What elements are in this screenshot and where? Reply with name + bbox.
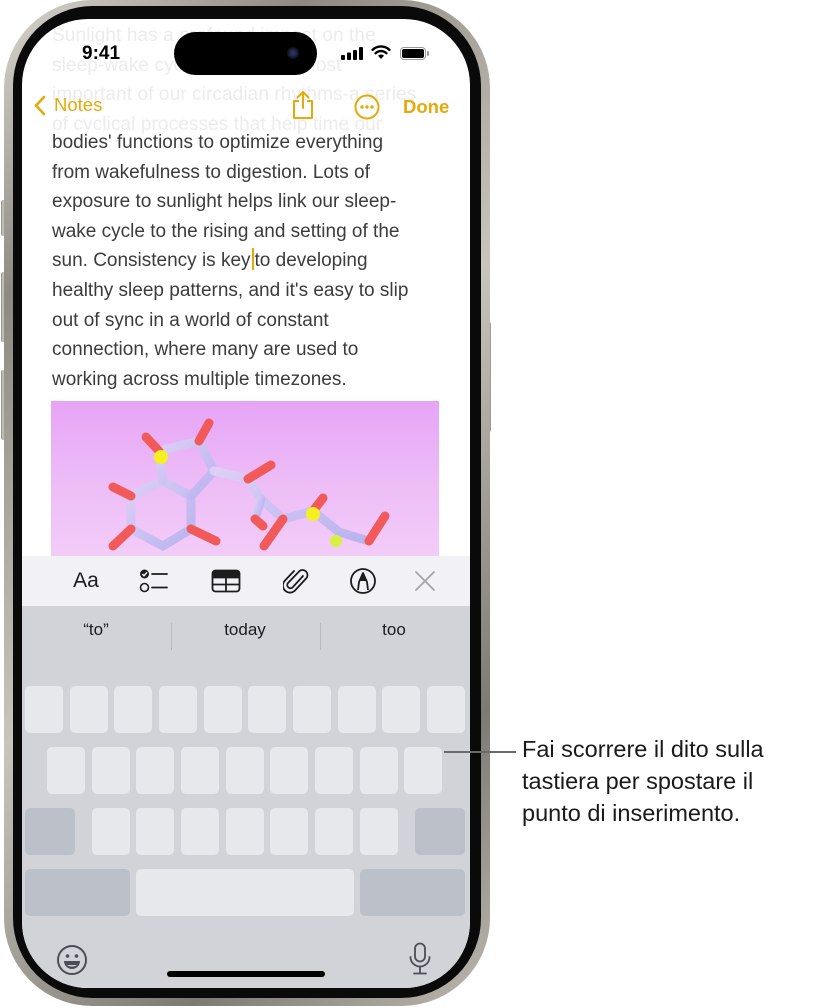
note-line: bodies' functions to optimize everything: [52, 132, 384, 153]
share-icon[interactable]: [291, 90, 315, 120]
keyboard-key[interactable]: [181, 808, 219, 855]
battery-icon: [400, 47, 429, 60]
keyboard-key[interactable]: [270, 808, 308, 855]
callout-annotation: Fai scorrere il dito sulla tastiera per …: [522, 733, 832, 829]
predictive-text-bar: “to” today too: [22, 606, 470, 662]
keyboard-key[interactable]: [293, 686, 331, 733]
keyboard-key[interactable]: [360, 747, 398, 794]
keyboard-key[interactable]: [92, 808, 130, 855]
keyboard-key[interactable]: [204, 686, 242, 733]
more-ellipsis-icon[interactable]: [354, 94, 380, 120]
callout-line-text: Fai scorrere il dito sulla: [522, 736, 764, 762]
space-key[interactable]: [136, 869, 354, 916]
keyboard-key[interactable]: [427, 686, 465, 733]
text-format-icon: Aa: [73, 569, 99, 592]
prediction-suggestion[interactable]: “to”: [22, 620, 170, 640]
wifi-icon: [371, 45, 391, 59]
chevron-left-icon: [34, 95, 46, 115]
note-line: from wakefulness to digestion. Lots of: [52, 161, 370, 183]
keyboard-key[interactable]: [114, 686, 152, 733]
numbers-key[interactable]: [25, 869, 130, 916]
front-camera: [287, 47, 299, 59]
cellular-signal-icon: [341, 47, 363, 60]
phone-screen: Sunlight has a profound impact on the sl…: [22, 19, 470, 988]
keyboard-key[interactable]: [47, 747, 85, 794]
attachment-button[interactable]: [278, 566, 314, 596]
note-line: healthy sleep patterns, and it's easy to…: [52, 279, 409, 301]
close-icon: [415, 571, 435, 591]
keyboard-key[interactable]: [226, 808, 264, 855]
keyboard-key[interactable]: [360, 808, 398, 855]
table-icon: [211, 569, 241, 593]
return-key[interactable]: [360, 869, 465, 916]
note-line: wake cycle to the rising and setting of …: [52, 220, 400, 242]
keyboard[interactable]: “to” today too: [22, 606, 470, 988]
note-line: connection, where many are used to: [52, 339, 359, 361]
text-after-caret: to developing: [254, 250, 368, 272]
checklist-icon: [139, 569, 168, 593]
dynamic-island: [174, 32, 317, 75]
keyboard-key[interactable]: [338, 686, 376, 733]
status-time: 9:41: [82, 43, 121, 64]
keyboard-key[interactable]: [382, 686, 420, 733]
note-line: working across multiple timezones.: [52, 368, 347, 390]
status-bar: 9:41: [22, 19, 470, 81]
keyboard-key[interactable]: [159, 686, 197, 733]
prediction-suggestion[interactable]: too: [320, 620, 468, 640]
keyboard-key[interactable]: [404, 747, 442, 794]
navigation-bar: Notes Done: [22, 87, 470, 127]
molecule-image[interactable]: [51, 401, 439, 561]
keyboard-key[interactable]: [315, 808, 353, 855]
keyboard-key[interactable]: [248, 686, 286, 733]
markup-button[interactable]: [345, 566, 381, 596]
note-line: out of sync in a world of constant: [52, 309, 329, 331]
note-line: exposure to sunlight helps link our slee…: [52, 191, 397, 213]
keyboard-key[interactable]: [270, 747, 308, 794]
shift-key[interactable]: [25, 808, 75, 855]
callout-line-text: punto di inserimento.: [522, 800, 741, 826]
checklist-button[interactable]: [136, 566, 172, 596]
done-button[interactable]: Done: [403, 96, 449, 118]
back-label: Notes: [54, 94, 103, 115]
keyboard-key[interactable]: [315, 747, 353, 794]
close-toolbar-button[interactable]: [410, 566, 440, 596]
home-indicator[interactable]: [167, 971, 325, 977]
keyboard-key[interactable]: [70, 686, 108, 733]
callout-line-text: tastiera per spostare il: [522, 768, 754, 794]
keyboard-key[interactable]: [181, 747, 219, 794]
text-before-caret: sun. Consistency is key: [52, 250, 251, 272]
delete-key[interactable]: [415, 808, 465, 855]
formatting-toolbar: Aa: [22, 556, 470, 606]
callout-leader-line: [444, 751, 516, 753]
back-to-notes-button[interactable]: Notes: [34, 94, 102, 116]
insertion-point: [251, 248, 254, 271]
keyboard-key[interactable]: [92, 747, 130, 794]
keyboard-key[interactable]: [226, 747, 264, 794]
keyboard-key[interactable]: [136, 747, 174, 794]
table-button[interactable]: [208, 566, 244, 596]
emoji-icon[interactable]: [56, 944, 88, 976]
note-line-with-caret: sun. Consistency is key to developing: [52, 246, 462, 276]
prediction-suggestion[interactable]: today: [171, 620, 319, 640]
keyboard-key[interactable]: [25, 686, 63, 733]
text-format-button[interactable]: Aa: [66, 566, 106, 596]
note-body[interactable]: bodies' functions to optimize everything…: [52, 128, 462, 394]
molecule-illustration: [108, 418, 390, 552]
microphone-icon[interactable]: [408, 942, 432, 976]
paperclip-icon: [283, 569, 309, 594]
markup-pen-icon: [350, 568, 376, 594]
keyboard-key[interactable]: [136, 808, 174, 855]
